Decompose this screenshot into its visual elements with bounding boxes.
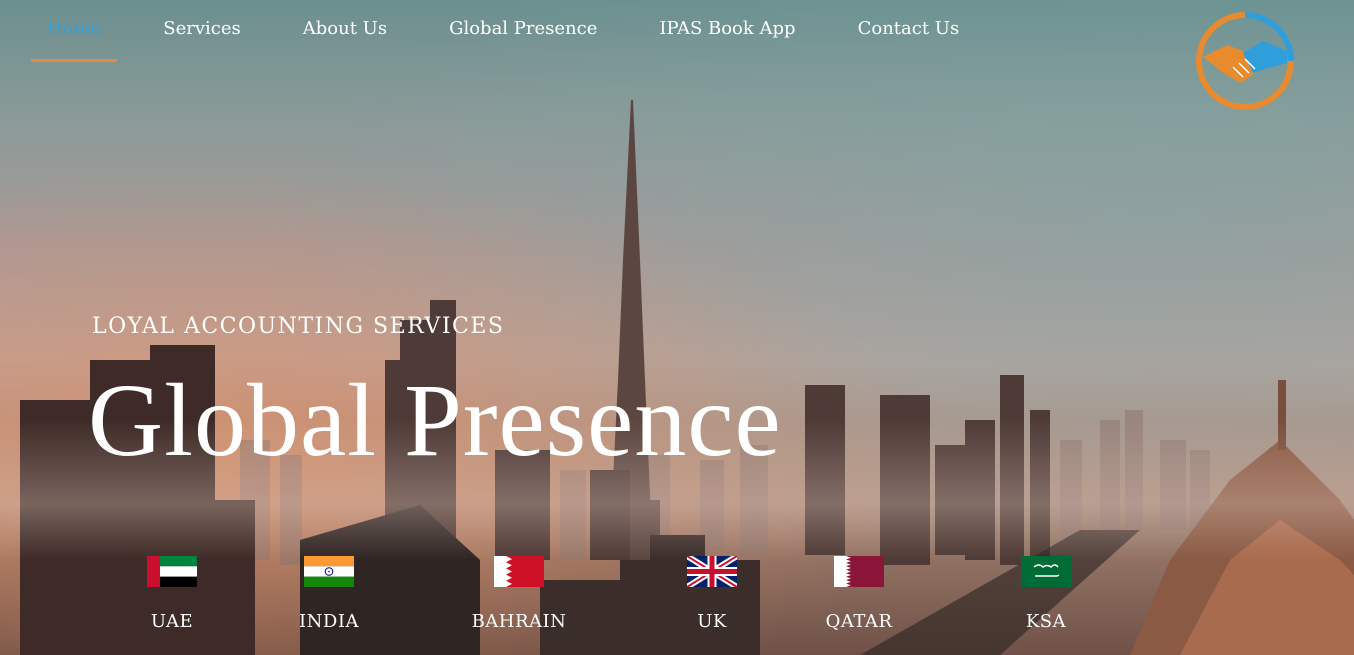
country-label: UAE <box>150 611 194 632</box>
country-ksa[interactable]: KSA <box>986 556 1106 632</box>
hero-subtitle: LOYAL ACCOUNTING SERVICES <box>92 314 505 339</box>
nav-about-us[interactable]: About Us <box>287 16 403 60</box>
country-bahrain[interactable]: BAHRAIN <box>459 556 579 632</box>
country-india[interactable]: INDIA <box>269 556 389 632</box>
country-label: BAHRAIN <box>471 611 567 632</box>
country-label: KSA <box>1025 611 1067 632</box>
country-label: UK <box>697 611 727 632</box>
nav-services[interactable]: Services <box>147 16 256 60</box>
india-flag-icon <box>304 556 354 587</box>
country-label: INDIA <box>299 611 359 632</box>
uk-flag-icon <box>687 556 737 587</box>
country-label: QATAR <box>825 611 893 632</box>
nav-home[interactable]: Home <box>31 16 118 62</box>
main-navigation: Home Services About Us Global Presence I… <box>31 16 1005 64</box>
country-uae[interactable]: UAE <box>112 556 232 632</box>
country-uk[interactable]: UK <box>652 556 772 632</box>
nav-contact-us[interactable]: Contact Us <box>842 16 976 60</box>
nav-ipas-book-app[interactable]: IPAS Book App <box>643 16 811 60</box>
hero-title: Global Presence <box>88 363 782 478</box>
handshake-logo-icon[interactable] <box>1193 11 1297 111</box>
bahrain-flag-icon <box>494 556 544 587</box>
country-qatar[interactable]: QATAR <box>799 556 919 632</box>
qatar-flag-icon <box>834 556 884 587</box>
country-list: UAE INDIA BAHRAIN UK QATAR KSA <box>0 556 1354 646</box>
nav-global-presence[interactable]: Global Presence <box>433 16 613 60</box>
uae-flag-icon <box>147 556 197 587</box>
ksa-flag-icon <box>1021 556 1071 587</box>
